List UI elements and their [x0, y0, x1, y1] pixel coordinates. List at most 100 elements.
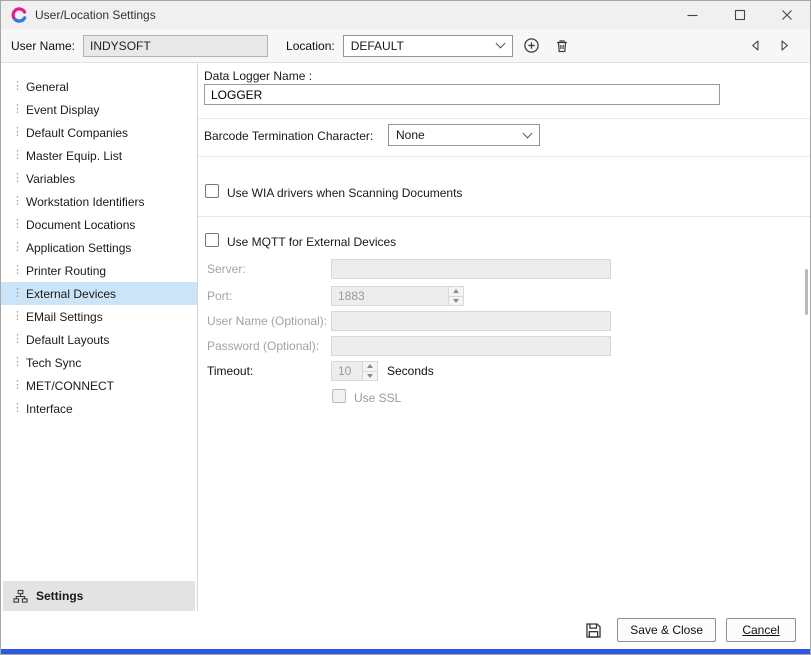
location-select-value: DEFAULT	[351, 39, 404, 53]
data-logger-input[interactable]	[204, 84, 720, 105]
chevron-down-icon	[523, 128, 533, 138]
sidebar-item-email-settings[interactable]: ⋮ EMail Settings	[1, 305, 197, 328]
record-navigation	[747, 38, 800, 54]
accent-strip	[1, 649, 810, 654]
sidebar-item-label: Workstation Identifiers	[26, 195, 145, 209]
sidebar-item-label: MET/CONNECT	[26, 379, 114, 393]
spinner-up-icon[interactable]	[363, 362, 377, 371]
sidebar-item-label: External Devices	[26, 287, 116, 301]
grip-icon: ⋮	[12, 196, 17, 207]
use-ssl-checkbox[interactable]	[332, 389, 346, 403]
grip-icon: ⋮	[12, 173, 17, 184]
sidebar-item-general[interactable]: ⋮General	[1, 75, 197, 98]
grip-icon: ⋮	[12, 403, 17, 414]
maximize-button[interactable]	[716, 1, 763, 29]
barcode-termination-value: None	[396, 128, 425, 142]
grip-icon: ⋮	[12, 334, 17, 345]
toolbar: User Name: Location: DEFAULT	[1, 29, 810, 63]
grip-icon: ⋮	[12, 311, 17, 322]
previous-button[interactable]	[747, 38, 763, 54]
titlebar[interactable]: User/Location Settings	[1, 1, 810, 29]
body: ⋮General ⋮Event Display ⋮Default Compani…	[1, 63, 810, 613]
divider	[198, 118, 810, 119]
sidebar-item-tech-sync[interactable]: ⋮Tech Sync	[1, 351, 197, 374]
spinner-down-icon[interactable]	[363, 371, 377, 381]
maximize-icon	[734, 9, 746, 21]
sidebar-item-label: Tech Sync	[26, 356, 81, 370]
cancel-button[interactable]: Cancel	[726, 618, 796, 642]
server-input[interactable]	[331, 259, 611, 279]
divider	[198, 216, 810, 217]
user-location-settings-window: User/Location Settings User Name: Locati…	[0, 0, 811, 655]
grip-icon: ⋮	[12, 219, 17, 230]
sidebar-item-met-connect[interactable]: ⋮ MET/CONNECT	[1, 374, 197, 397]
location-label: Location:	[286, 39, 335, 53]
sidebar-item-application-settings[interactable]: ⋮ Application Settings	[1, 236, 197, 259]
delete-location-button[interactable]	[551, 35, 573, 57]
floppy-disk-icon	[584, 621, 603, 640]
port-label: Port:	[207, 289, 232, 303]
sidebar-item-label: Interface	[26, 402, 73, 416]
minimize-button[interactable]	[669, 1, 716, 29]
sidebar-item-event-display[interactable]: ⋮Event Display	[1, 98, 197, 121]
user-name-label: User Name:	[11, 39, 75, 53]
settings-section-bar[interactable]: Settings	[3, 581, 195, 611]
next-button[interactable]	[776, 38, 792, 54]
footer-bar: Save & Close Cancel	[1, 611, 810, 649]
timeout-unit-label: Seconds	[387, 364, 434, 378]
spinner-down-icon[interactable]	[449, 296, 463, 306]
sidebar-item-workstation-identifiers[interactable]: ⋮ Workstation Identifiers	[1, 190, 197, 213]
wia-drivers-label: Use WIA drivers when Scanning Documents	[227, 186, 462, 200]
content-panel: Data Logger Name : Barcode Termination C…	[198, 63, 810, 613]
divider	[198, 156, 810, 157]
settings-label: Settings	[36, 589, 83, 603]
grip-icon: ⋮	[12, 81, 17, 92]
spinner-up-icon[interactable]	[449, 287, 463, 296]
wia-drivers-checkbox[interactable]	[205, 184, 219, 198]
grip-icon: ⋮	[12, 265, 17, 276]
user-name-input[interactable]	[83, 35, 268, 57]
add-location-button[interactable]	[521, 35, 543, 57]
sidebar-item-label: EMail Settings	[26, 310, 103, 324]
arrow-left-icon	[749, 39, 762, 52]
sidebar-item-default-layouts[interactable]: ⋮ Default Layouts	[1, 328, 197, 351]
save-button[interactable]	[581, 618, 605, 642]
scrollbar-thumb[interactable]	[805, 269, 808, 315]
app-logo-icon	[11, 7, 27, 23]
save-close-button[interactable]: Save & Close	[617, 618, 716, 642]
grip-icon: ⋮	[12, 242, 17, 253]
location-select[interactable]: DEFAULT	[343, 35, 513, 57]
grip-icon: ⋮	[12, 150, 17, 161]
password-input[interactable]	[331, 336, 611, 356]
server-label: Server:	[207, 262, 246, 276]
minimize-icon	[686, 9, 699, 22]
timeout-spin-buttons	[362, 362, 377, 380]
timeout-stepper[interactable]: 10	[331, 361, 378, 381]
close-button[interactable]	[763, 1, 810, 29]
sidebar-item-variables[interactable]: ⋮Variables	[1, 167, 197, 190]
port-stepper[interactable]: 1883	[331, 286, 464, 306]
sidebar-item-label: Master Equip. List	[26, 149, 122, 163]
mqtt-checkbox[interactable]	[205, 233, 219, 247]
sidebar-item-printer-routing[interactable]: ⋮Printer Routing	[1, 259, 197, 282]
sidebar-item-interface[interactable]: ⋮ Interface	[1, 397, 197, 420]
timeout-label: Timeout:	[207, 364, 253, 378]
sidebar-item-label: Default Layouts	[26, 333, 109, 347]
window-title: User/Location Settings	[35, 8, 156, 22]
sidebar-item-master-equip-list[interactable]: ⋮ Master Equip. List	[1, 144, 197, 167]
barcode-termination-select[interactable]: None	[388, 124, 540, 146]
close-icon	[781, 9, 793, 21]
sidebar-item-default-companies[interactable]: ⋮Default Companies	[1, 121, 197, 144]
sidebar-item-external-devices[interactable]: ⋮ External Devices	[1, 282, 197, 305]
grip-icon: ⋮	[12, 104, 17, 115]
grip-icon: ⋮	[12, 380, 17, 391]
port-value: 1883	[332, 287, 448, 305]
username-input[interactable]	[331, 311, 611, 331]
sidebar-item-label: Default Companies	[26, 126, 128, 140]
arrow-right-icon	[778, 39, 791, 52]
sidebar-item-label: Application Settings	[26, 241, 131, 255]
sidebar-item-document-locations[interactable]: ⋮Document Locations	[1, 213, 197, 236]
barcode-termination-label: Barcode Termination Character:	[204, 129, 373, 143]
trash-icon	[554, 38, 570, 54]
grip-icon: ⋮	[12, 288, 17, 299]
